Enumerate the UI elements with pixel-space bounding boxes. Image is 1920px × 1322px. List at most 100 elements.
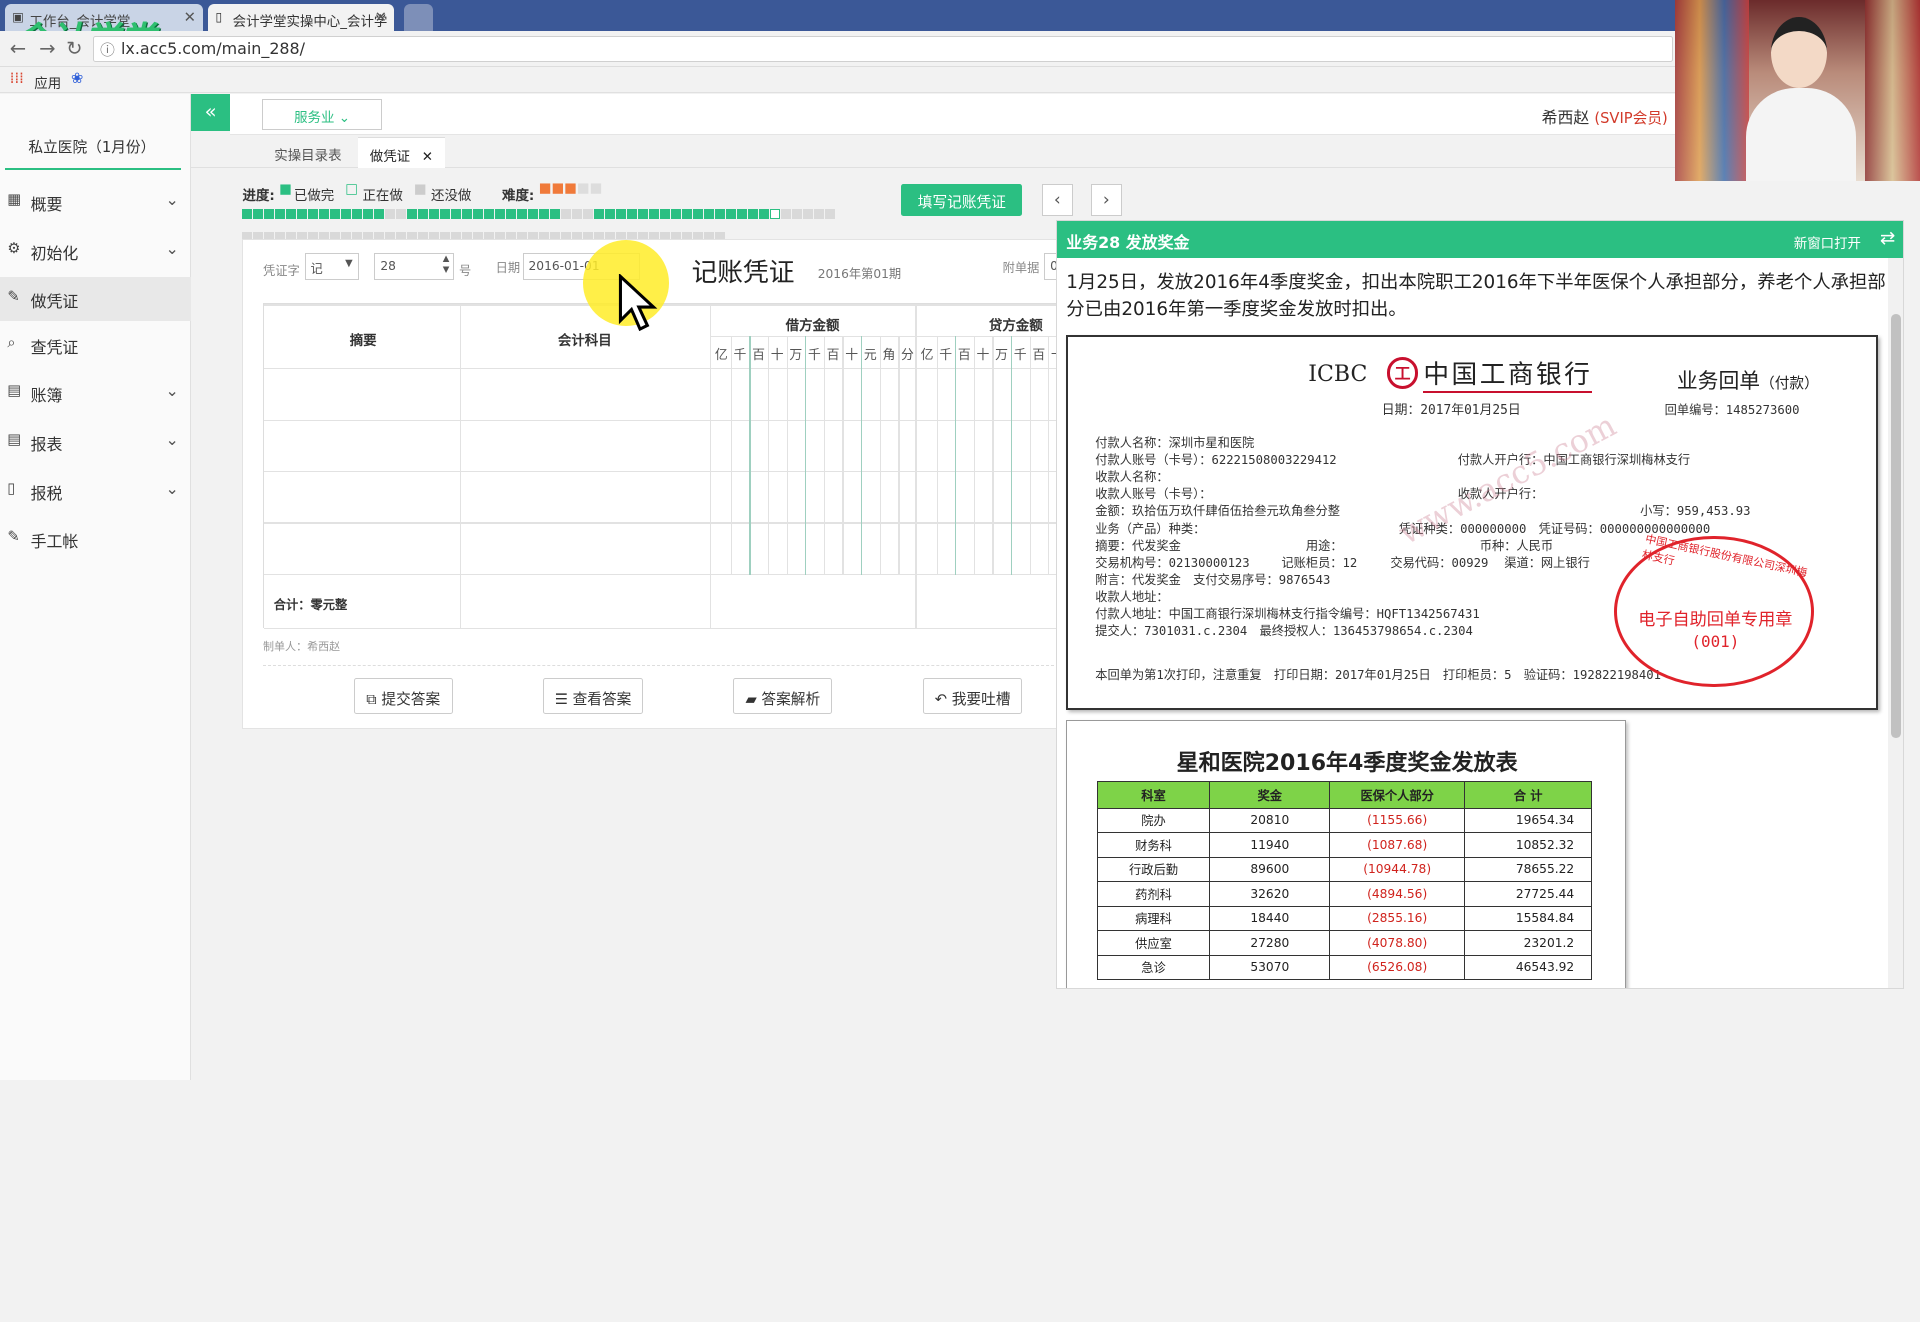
progress-cell[interactable] <box>770 209 781 219</box>
company-name[interactable]: 私立医院（1月份） <box>0 136 184 157</box>
user-info[interactable]: 希西赵 (SVIP会员) <box>1542 105 1668 128</box>
table-cell: 财务科 <box>1096 832 1211 858</box>
progress-cell[interactable] <box>385 209 396 219</box>
open-new-window-link[interactable]: 新窗口打开 <box>1794 232 1861 252</box>
progress-cell[interactable] <box>253 209 264 219</box>
progress-cell[interactable] <box>715 209 726 219</box>
close-icon[interactable]: ✕ <box>422 150 433 165</box>
browser-tab-practice[interactable]: ▯ 会计学堂实操中心_会计学 ✕ <box>208 3 395 31</box>
new-tab-button[interactable] <box>404 3 434 31</box>
progress-cell[interactable] <box>638 209 649 219</box>
progress-cell[interactable] <box>781 209 792 219</box>
answer-analysis-button[interactable]: ▰ 答案解析 <box>733 678 833 714</box>
reload-icon[interactable]: ↻ <box>66 37 82 60</box>
back-arrow-icon[interactable]: ← <box>10 37 26 60</box>
bookmark-apps[interactable]: 应用 <box>34 72 61 92</box>
voucher-number-stepper[interactable]: 28 ▲ ▼ <box>374 253 455 281</box>
progress-cell[interactable] <box>363 209 374 219</box>
progress-cell[interactable] <box>671 209 682 219</box>
progress-cell[interactable] <box>319 209 330 219</box>
swap-icon[interactable]: ⇄ <box>1880 228 1895 249</box>
scrollbar-thumb[interactable] <box>1890 314 1901 739</box>
progress-cell[interactable] <box>682 209 693 219</box>
view-answer-button[interactable]: ☰ 查看答案 <box>543 678 643 714</box>
progress-cell[interactable] <box>572 209 583 219</box>
collapse-sidebar-button[interactable]: « <box>191 94 231 132</box>
fill-voucher-button[interactable]: 填写记账凭证 <box>901 183 1023 216</box>
progress-cell[interactable] <box>748 209 759 219</box>
progress-cell[interactable] <box>396 209 407 219</box>
progress-cell[interactable] <box>484 209 495 219</box>
progress-cell[interactable] <box>374 209 385 219</box>
close-tab-icon[interactable]: ✕ <box>375 9 387 26</box>
progress-cell[interactable] <box>495 209 506 219</box>
progress-cell[interactable] <box>605 209 616 219</box>
pen-icon: ✎ <box>7 527 20 545</box>
progress-cell[interactable] <box>825 209 836 219</box>
sidebar-item-query-voucher[interactable]: ⌕ 查凭证 <box>0 323 191 367</box>
progress-cell[interactable] <box>308 209 319 219</box>
progress-cell[interactable] <box>407 209 418 219</box>
table-cell: (2855.16) <box>1329 905 1465 932</box>
progress-cell[interactable] <box>759 209 770 219</box>
progress-cell[interactable] <box>550 209 561 219</box>
progress-cell[interactable] <box>561 209 572 219</box>
progress-cell[interactable] <box>429 209 440 219</box>
sidebar-item-tax[interactable]: ▯ 报税 ⌄ <box>0 469 191 513</box>
progress-cell[interactable] <box>539 209 550 219</box>
progress-cell[interactable] <box>418 209 429 219</box>
progress-cell[interactable] <box>583 209 594 219</box>
progress-cell[interactable] <box>297 209 308 219</box>
progress-cell[interactable] <box>594 209 605 219</box>
progress-cell[interactable] <box>330 209 341 219</box>
progress-cell[interactable] <box>693 209 704 219</box>
progress-cell[interactable] <box>704 209 715 219</box>
progress-cell[interactable] <box>814 209 825 219</box>
progress-cell[interactable] <box>264 209 275 219</box>
progress-cell[interactable] <box>726 209 737 219</box>
progress-cell[interactable] <box>528 209 539 219</box>
progress-cell[interactable] <box>660 209 671 219</box>
progress-cell[interactable] <box>352 209 363 219</box>
progress-cell[interactable] <box>792 209 803 219</box>
tab-make-voucher[interactable]: 做凭证 ✕ <box>357 137 446 168</box>
sidebar-item-overview[interactable]: ▦ 概要 ⌄ <box>0 180 191 224</box>
voucher-word-select[interactable]: 记 ▼ <box>304 253 359 281</box>
apps-grid-icon[interactable]: ⁞⁞⁞ <box>10 70 24 87</box>
url-input[interactable]: ⓘ lx.acc5.com/main_288/ <box>93 35 1673 63</box>
next-arrow-button[interactable]: › <box>1091 183 1122 216</box>
progress-cell[interactable] <box>803 209 814 219</box>
progress-cell[interactable] <box>649 209 660 219</box>
sidebar-item-init[interactable]: ⚙ 初始化 ⌄ <box>0 229 191 273</box>
progress-cell[interactable] <box>440 209 451 219</box>
info-icon[interactable]: ⓘ <box>100 39 115 60</box>
baidu-paw-icon[interactable]: ❀ <box>71 70 83 87</box>
close-tab-icon[interactable]: ✕ <box>184 9 196 26</box>
progress-cell[interactable] <box>517 209 528 219</box>
progress-cell[interactable] <box>737 209 748 219</box>
forward-arrow-icon[interactable]: → <box>39 37 55 60</box>
progress-cell[interactable] <box>451 209 462 219</box>
tab-practice-catalog[interactable]: 实操目录表 <box>262 137 354 168</box>
progress-cell[interactable] <box>286 209 297 219</box>
progress-cell[interactable] <box>473 209 484 219</box>
prev-arrow-button[interactable]: ‹ <box>1042 183 1073 216</box>
table-cell: 病理科 <box>1096 905 1211 932</box>
table-cell: (1087.68) <box>1329 832 1465 858</box>
progress-cell[interactable] <box>627 209 638 219</box>
submit-answer-button[interactable]: ⧉ 提交答案 <box>353 678 453 714</box>
progress-cell[interactable] <box>462 209 473 219</box>
sidebar-item-make-voucher[interactable]: ✎ 做凭证 <box>0 276 192 321</box>
progress-cell[interactable] <box>341 209 352 219</box>
sidebar-item-reports[interactable]: ▤ 报表 ⌄ <box>0 420 191 464</box>
progress-cell[interactable] <box>506 209 517 219</box>
sidebar-item-manual[interactable]: ✎ 手工帐 <box>0 517 191 561</box>
feedback-button[interactable]: ↶ 我要吐槽 <box>923 678 1023 714</box>
sidebar-item-ledger[interactable]: ▤ 账簿 ⌄ <box>0 371 191 415</box>
industry-select[interactable]: 服务业 ⌄ <box>262 99 383 130</box>
progress-cell[interactable] <box>616 209 627 219</box>
stepper-arrows-icon[interactable]: ▲ ▼ <box>443 254 450 276</box>
scrollbar[interactable] <box>1888 258 1904 989</box>
progress-cell[interactable] <box>275 209 286 219</box>
progress-cell[interactable] <box>242 209 253 219</box>
